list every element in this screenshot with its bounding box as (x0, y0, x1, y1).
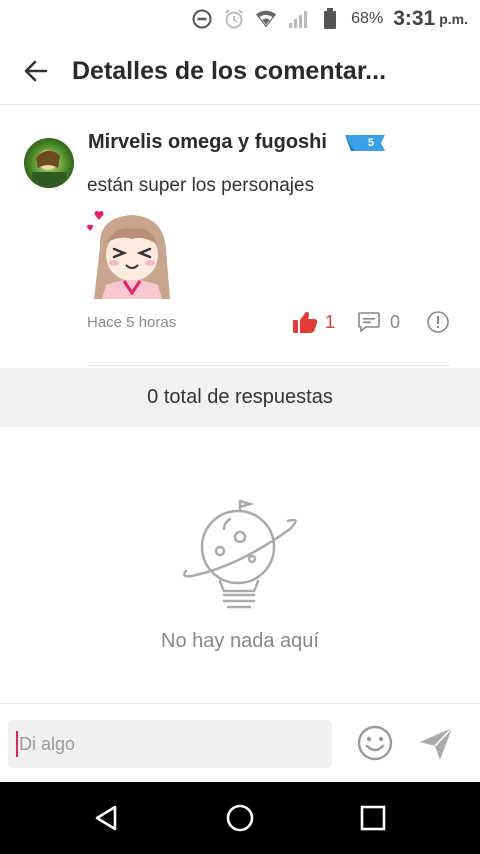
status-bar: 68% 3:31 p.m. (0, 0, 480, 38)
home-circle-icon (226, 804, 254, 832)
comment-timestamp: Hace 5 horas (87, 313, 177, 331)
dnd-icon (191, 8, 213, 30)
clock-ampm: p.m. (439, 11, 468, 27)
alert-circle-icon (427, 311, 449, 333)
replies-total-label: 0 total de respuestas (147, 386, 333, 408)
signal-icon (287, 8, 309, 30)
arrow-left-icon (24, 60, 48, 82)
back-triangle-icon (95, 805, 116, 831)
text-caret (16, 731, 18, 757)
author-name[interactable]: Mirvelis omega y fugoshi (88, 131, 327, 154)
avatar[interactable] (24, 138, 74, 188)
app-header: Detalles de los comentar... (0, 38, 480, 105)
alarm-icon (223, 8, 245, 30)
reply-button[interactable]: 0 (357, 310, 400, 334)
comment-composer (0, 703, 480, 782)
replies-count-bar: 0 total de respuestas (0, 368, 480, 427)
paper-plane-icon (420, 727, 453, 760)
recents-square-icon (361, 805, 386, 831)
like-button[interactable]: 1 (292, 310, 335, 334)
like-count: 1 (324, 311, 335, 332)
thumbs-up-icon (292, 311, 318, 333)
report-button[interactable] (426, 310, 450, 334)
comment-input[interactable] (19, 733, 309, 755)
empty-state-message: No hay nada aquí (161, 630, 319, 652)
back-button[interactable] (0, 38, 72, 105)
wifi-icon (255, 8, 277, 30)
level-badge: 5 (344, 133, 389, 153)
comment-footer: Hace 5 horas 1 0 (87, 310, 450, 334)
clock-time: 3:31 (393, 7, 436, 30)
reply-count: 0 (389, 311, 400, 332)
comment-card: Mirvelis omega y fugoshi 5 están super l… (0, 105, 480, 367)
level-number: 5 (367, 136, 375, 149)
nav-home-button[interactable] (220, 798, 260, 838)
emoji-button[interactable] (356, 724, 394, 762)
nav-back-button[interactable] (87, 798, 127, 838)
send-button[interactable] (418, 726, 454, 762)
page-title: Detalles de los comentar... (72, 56, 387, 85)
comment-input-box[interactable] (8, 720, 332, 768)
comment-bubble-icon (358, 312, 380, 333)
system-nav-bar (0, 782, 480, 854)
smiley-icon (357, 725, 393, 761)
anime-girl-sticker (86, 207, 178, 299)
battery-percent: 68% (351, 10, 384, 27)
author-row: Mirvelis omega y fugoshi 5 (88, 131, 389, 154)
comment-text: están super los personajes (87, 175, 315, 196)
lightbulb-planet-icon (180, 495, 300, 613)
divider (87, 365, 450, 366)
nav-recents-button[interactable] (353, 798, 393, 838)
battery-icon (319, 8, 341, 30)
